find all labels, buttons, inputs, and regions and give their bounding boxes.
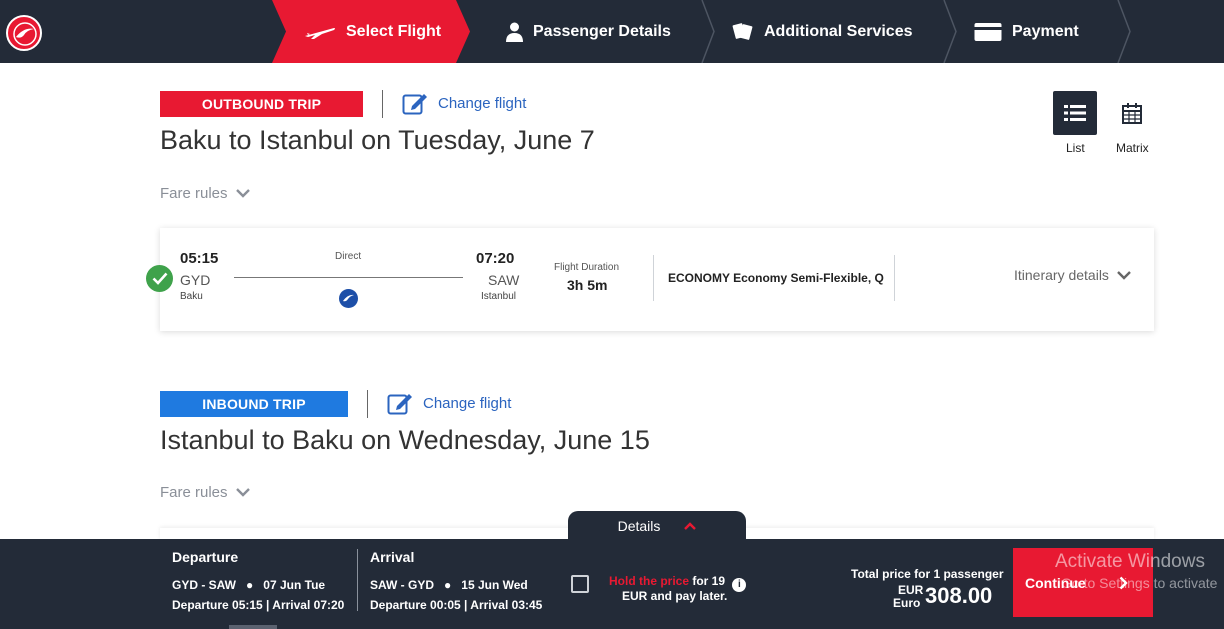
arrival-times: Departure 00:05 | Arrival 03:45: [370, 598, 543, 612]
airline-logo-icon[interactable]: [6, 15, 42, 51]
details-tab-label: Details: [617, 518, 661, 534]
outbound-flight-card[interactable]: [160, 228, 1154, 331]
departure-airport-code: GYD: [180, 272, 211, 288]
flight-route-line: [234, 277, 463, 278]
chevron-down-icon: [235, 189, 250, 198]
divider: [382, 90, 383, 118]
bullet: ●: [437, 578, 458, 592]
details-tab[interactable]: Details: [568, 511, 746, 541]
arrival-route-codes: SAW - GYD: [370, 578, 435, 592]
matrix-view-label: Matrix: [1116, 141, 1149, 155]
chevron-up-icon: [684, 522, 697, 530]
inbound-fare-rules-toggle[interactable]: Fare rules: [160, 484, 250, 501]
departure-time: 05:15: [180, 250, 219, 267]
outbound-trip-badge: OUTBOUND TRIP: [160, 91, 363, 117]
itinerary-details-label: Itinerary details: [1014, 267, 1109, 283]
outbound-fare-rules-toggle[interactable]: Fare rules: [160, 185, 250, 202]
departure-date: 07 Jun Tue: [263, 578, 326, 592]
inbound-trip-badge: INBOUND TRIP: [160, 391, 348, 417]
change-inbound-flight-link[interactable]: Change flight: [387, 391, 511, 415]
currency-code: EUR: [898, 583, 924, 597]
cabin-class: ECONOMY Economy Semi-Flexible, Q: [668, 271, 884, 285]
step-label: Passenger Details: [533, 22, 671, 40]
arrival-heading: Arrival: [370, 549, 415, 565]
stops-label: Direct: [335, 251, 362, 262]
bullet: ●: [239, 578, 260, 592]
departure-times: Departure 05:15 | Arrival 07:20: [172, 598, 345, 612]
fare-rules-label: Fare rules: [160, 484, 228, 501]
selected-check-icon: [146, 265, 173, 292]
flight-duration-label: Flight Duration: [554, 262, 620, 273]
departure-city: Baku: [180, 291, 203, 302]
plane-icon: [304, 24, 336, 40]
step-label: Select Flight: [346, 22, 442, 40]
outbound-trip-title: Baku to Istanbul on Tuesday, June 7: [160, 125, 595, 155]
arrival-date: 15 Jun Wed: [461, 578, 528, 592]
activate-windows-subtext: Go to Settings to activate: [1061, 575, 1218, 591]
change-flight-label: Change flight: [438, 94, 527, 112]
person-icon: [506, 22, 523, 42]
edit-icon: [387, 391, 413, 415]
arrival-city: Istanbul: [481, 291, 517, 302]
calendar-icon: [1122, 102, 1142, 124]
edit-icon: [402, 91, 428, 115]
divider: [357, 549, 358, 611]
activate-windows-watermark: Activate Windows: [1055, 551, 1205, 572]
step-separator: [943, 0, 957, 63]
info-icon[interactable]: i: [732, 577, 747, 592]
hold-price-subtext: EUR and pay later.: [622, 589, 728, 603]
fare-rules-label: Fare rules: [160, 185, 228, 202]
arrival-airport-code: SAW: [488, 272, 520, 288]
change-flight-label: Change flight: [423, 394, 512, 412]
step-additional-services[interactable]: Additional Services: [732, 0, 913, 63]
step-payment[interactable]: Payment: [974, 0, 1079, 63]
step-label: Payment: [1012, 22, 1079, 40]
hold-price-amount: for 19: [689, 574, 726, 588]
matrix-view-button[interactable]: [1114, 91, 1150, 135]
change-outbound-flight-link[interactable]: Change flight: [402, 91, 526, 115]
list-view-label: List: [1066, 141, 1085, 155]
inbound-trip-title: Istanbul to Baku on Wednesday, June 15: [160, 425, 650, 455]
hold-price-checkbox[interactable]: [571, 575, 589, 593]
divider: [367, 390, 368, 418]
card-icon: [974, 22, 1002, 42]
list-view-button[interactable]: [1053, 91, 1097, 135]
arrival-time: 07:20: [476, 250, 515, 267]
list-icon: [1064, 105, 1086, 121]
flight-duration: 3h 5m: [567, 277, 608, 293]
arrival-route: SAW - GYD ● 15 Jun Wed: [370, 578, 528, 592]
departure-route-codes: GYD - SAW: [172, 578, 237, 592]
chevron-down-icon: [235, 488, 250, 497]
scrollbar-thumb[interactable]: [229, 625, 277, 629]
step-select-flight[interactable]: Select Flight: [304, 0, 441, 63]
step-label: Additional Services: [764, 22, 913, 40]
currency-name: Euro: [893, 596, 921, 610]
step-separator: [701, 0, 715, 63]
departure-heading: Departure: [172, 549, 239, 565]
airline-icon: [339, 289, 358, 308]
price-summary-bar: Departure GYD - SAW ● 07 Jun Tue Departu…: [0, 539, 1224, 629]
chevron-down-icon: [1117, 270, 1131, 280]
total-price-label: Total price for 1 passenger: [851, 567, 1004, 581]
itinerary-details-toggle[interactable]: Itinerary details: [1014, 267, 1131, 283]
step-passenger-details[interactable]: Passenger Details: [506, 0, 671, 63]
departure-route: GYD - SAW ● 07 Jun Tue: [172, 578, 325, 592]
hold-price-link[interactable]: Hold the price: [609, 574, 689, 588]
card-divider: [653, 255, 654, 301]
card-divider: [894, 255, 895, 301]
tags-icon: [732, 22, 754, 42]
step-separator: [1117, 0, 1131, 63]
total-price: 308.00: [925, 583, 993, 608]
